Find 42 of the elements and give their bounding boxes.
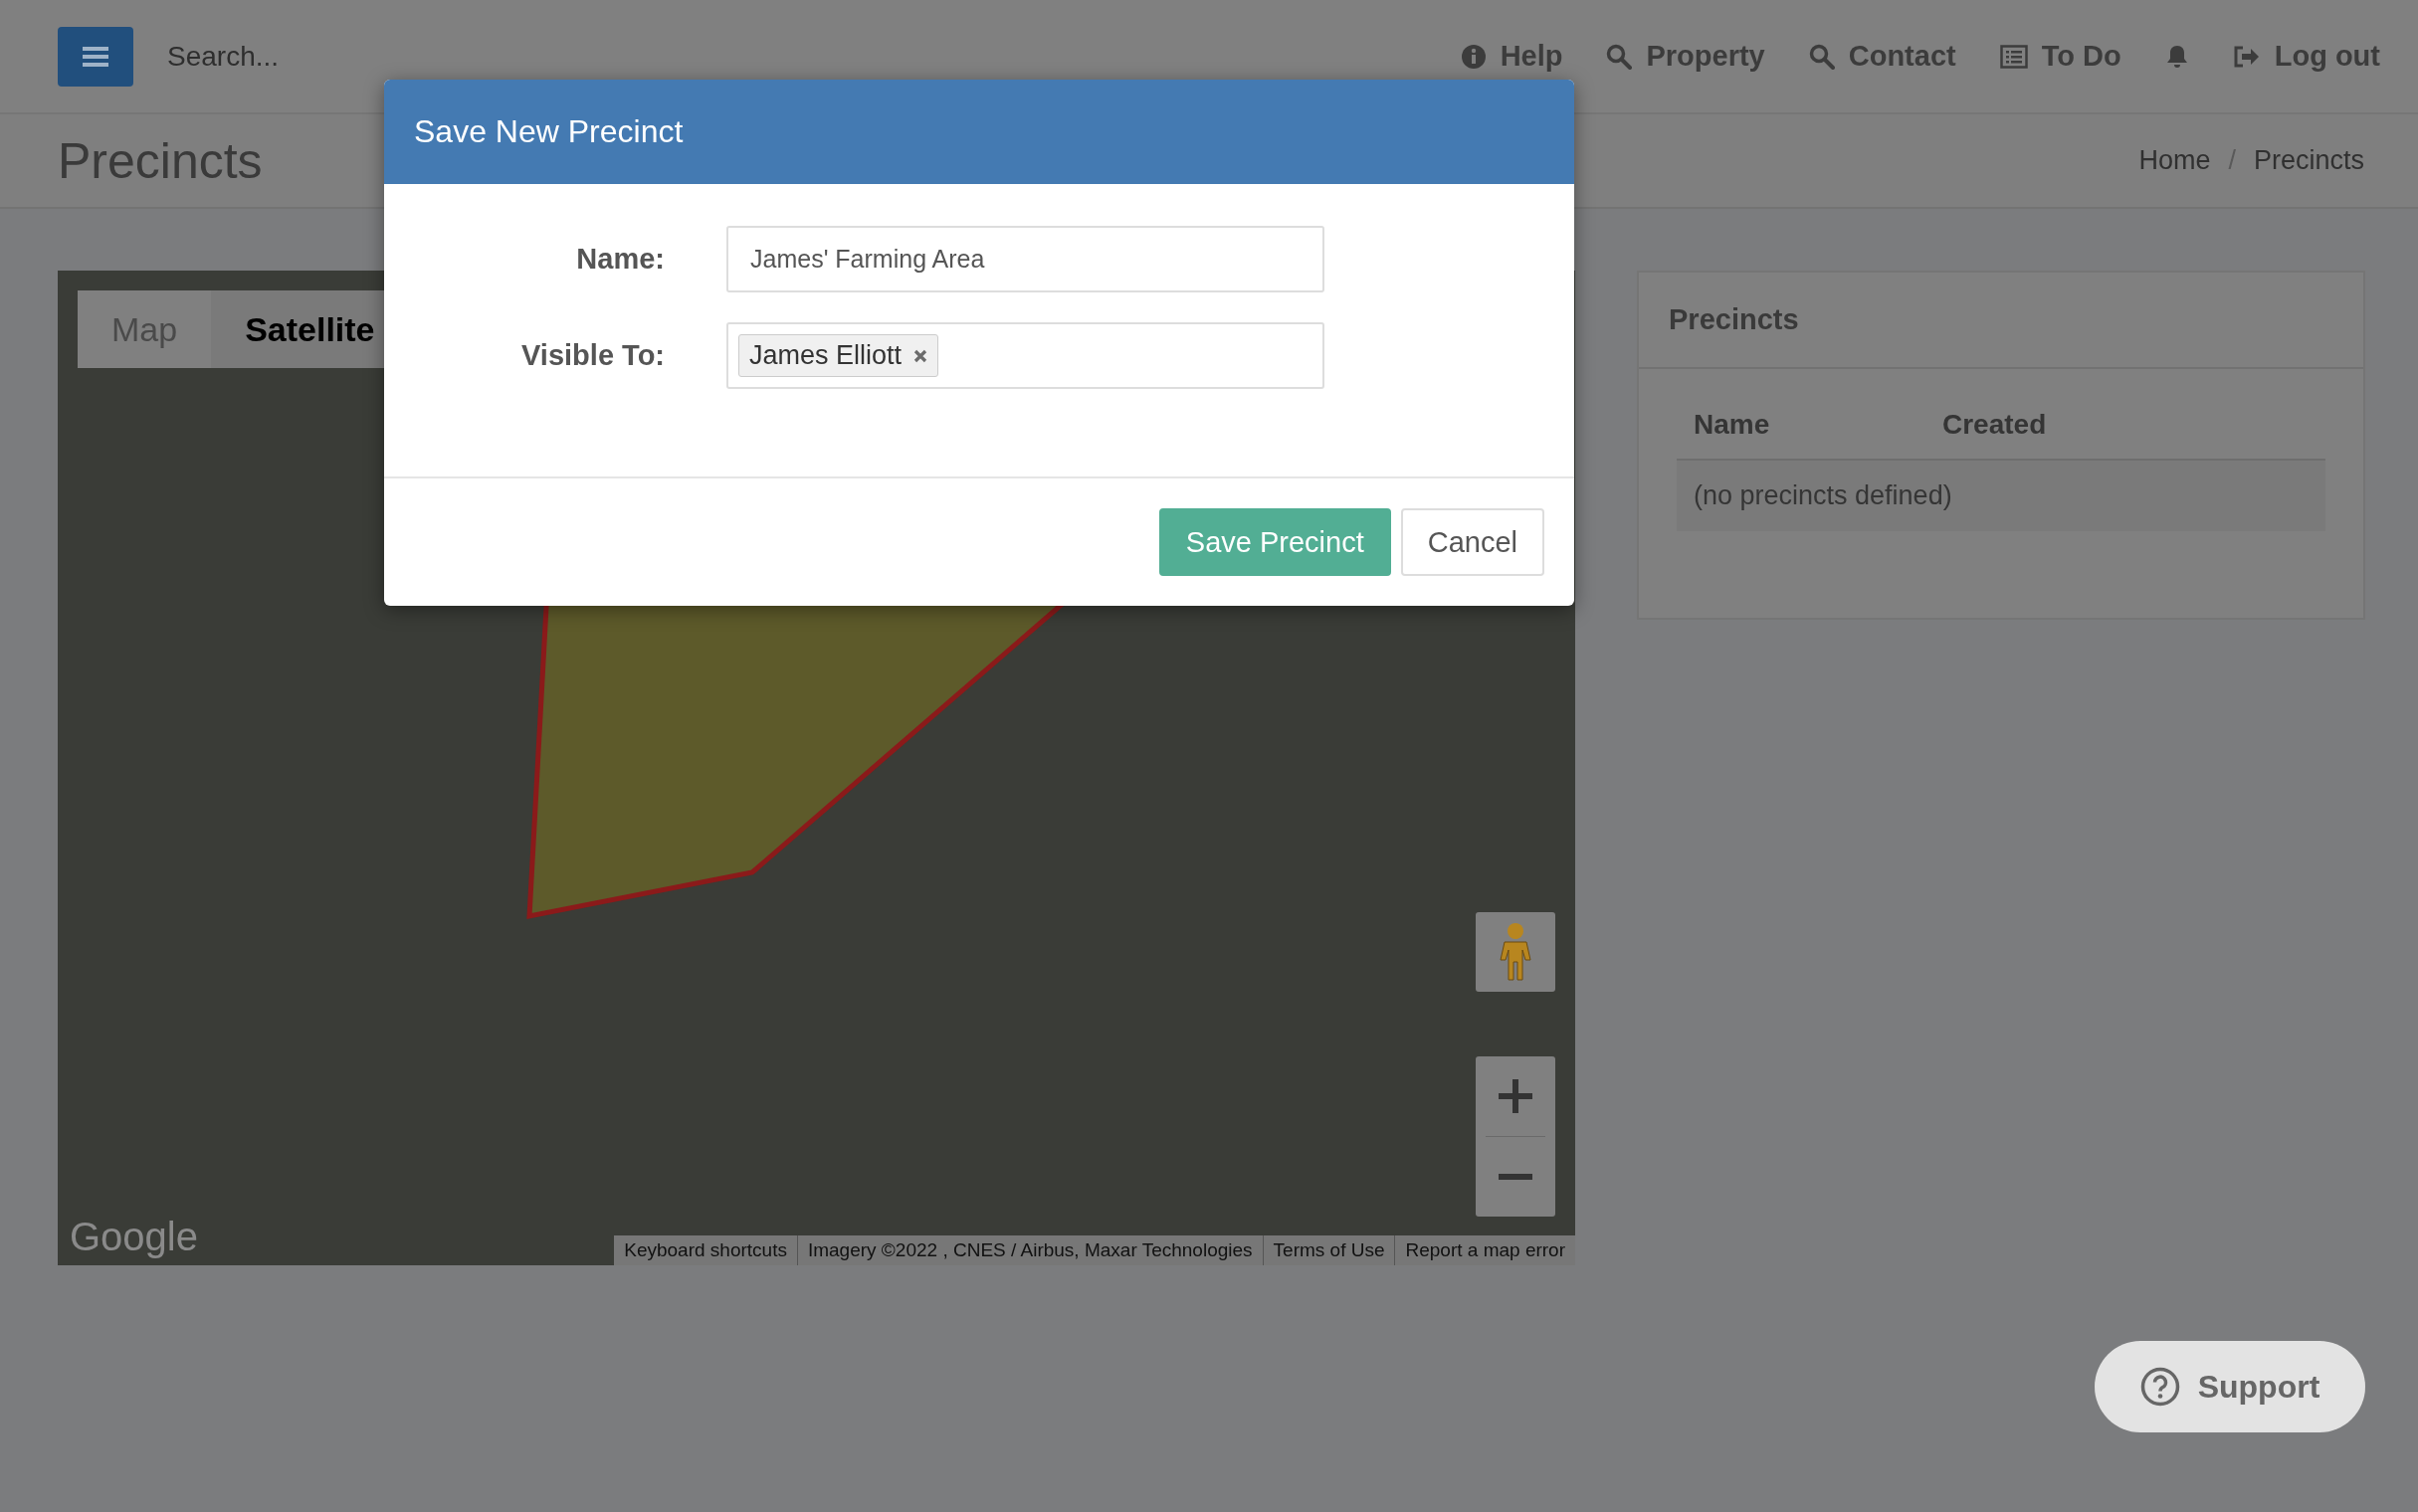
name-field[interactable]: James' Farming Area (726, 226, 1324, 292)
street-view-button[interactable] (1476, 912, 1555, 992)
help-icon (2139, 1367, 2180, 1407)
field-label: Name: (575, 243, 665, 276)
attribution-link[interactable]: Keyboard shortcuts (614, 1235, 797, 1265)
save-button[interactable]: Save Precinct (1158, 508, 1391, 576)
visible-to-field[interactable]: James Elliott (726, 322, 1324, 389)
panel-title: Precincts (1669, 303, 1799, 336)
support-button[interactable]: Support (2095, 1341, 2365, 1432)
nav-link[interactable]: Log out (2232, 40, 2380, 73)
cancel-button[interactable]: Cancel (1400, 508, 1544, 576)
empty-table-row: (no precincts defined) (1677, 461, 2325, 531)
info-icon (1460, 43, 1487, 70)
dialog-title: Save New Precinct (414, 113, 684, 150)
bell-icon (2164, 43, 2189, 70)
search-icon (1808, 43, 1835, 70)
nav-link[interactable]: To Do (1999, 40, 2121, 73)
attribution-link[interactable]: Imagery ©2022 , CNES / Airbus, Maxar Technologies (796, 1235, 1263, 1265)
list-icon (1999, 44, 2028, 69)
breadcrumb-link[interactable]: Home (2138, 145, 2211, 176)
breadcrumb-current: Precincts (2253, 145, 2364, 176)
search-icon (1606, 43, 1633, 70)
breadcrumb-separator: / (2228, 145, 2236, 176)
menu-button[interactable] (58, 26, 133, 87)
person-icon (1499, 922, 1532, 982)
plus-icon (1497, 1077, 1534, 1115)
column-header: Created (1942, 409, 2047, 441)
column-header: Name (1694, 409, 1771, 441)
map-logo: Google (70, 1215, 198, 1259)
logout-icon (2232, 44, 2261, 69)
field-label: Visible To: (520, 339, 665, 372)
menu-icon (83, 45, 108, 68)
search-field[interactable]: Search... (165, 39, 567, 74)
nav-link[interactable]: Property (1606, 40, 1765, 73)
page-title: Precincts (58, 131, 263, 190)
attribution-link[interactable]: Terms of Use (1262, 1235, 1395, 1265)
nav-link[interactable]: Help (1460, 40, 1563, 73)
attribution-link[interactable]: Report a map error (1394, 1235, 1575, 1265)
nav-link[interactable]: Contact (1808, 40, 1956, 73)
minus-icon (1499, 1174, 1532, 1180)
notifications-button[interactable] (2164, 43, 2189, 70)
remove-icon[interactable] (913, 348, 928, 363)
